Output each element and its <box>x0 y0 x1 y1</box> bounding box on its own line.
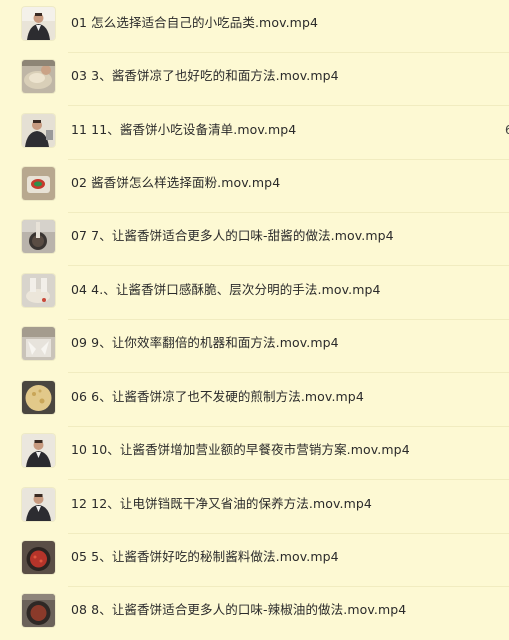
man-icon <box>22 7 55 40</box>
file-name: 07 7、让酱香饼适合更多人的口味-甜酱的做法.mov.mp4 <box>71 228 394 243</box>
man-icon <box>22 114 55 147</box>
row-divider <box>68 105 509 106</box>
row-divider <box>68 265 509 266</box>
file-name: 12 12、让电饼铛既干净又省油的保养方法.mov.mp4 <box>71 496 372 511</box>
file-name: 03 3、酱香饼凉了也好吃的和面方法.mov.mp4 <box>71 68 339 83</box>
sauce-pot-icon <box>22 220 55 253</box>
flour-bag-icon <box>22 167 55 200</box>
file-name: 02 酱香饼怎么样选择面粉.mov.mp4 <box>71 175 281 190</box>
row-divider <box>68 372 509 373</box>
file-row[interactable]: 09 9、让你效率翻倍的机器和面方法.mov.mp4 <box>0 320 509 373</box>
file-row[interactable]: 05 5、让酱香饼好吃的秘制酱料做法.mov.mp4 <box>0 534 509 587</box>
file-name: 04 4.、让酱香饼口感酥脆、层次分明的手法.mov.mp4 <box>71 282 381 297</box>
file-list: 01 怎么选择适合自己的小吃品类.mov.mp4 03 3、酱香饼凉了也好吃的和… <box>0 0 509 637</box>
row-divider <box>68 479 509 480</box>
file-row[interactable]: 11 11、酱香饼小吃设备清单.mov.mp4 6 <box>0 107 509 160</box>
kneading-icon <box>22 274 55 307</box>
dough-icon <box>22 60 55 93</box>
file-row[interactable]: 08 8、让酱香饼适合更多人的口味-辣椒油的做法.mov.mp4 <box>0 587 509 640</box>
file-row[interactable]: 03 3、酱香饼凉了也好吃的和面方法.mov.mp4 <box>0 53 509 106</box>
man-icon <box>22 434 55 467</box>
file-name: 01 怎么选择适合自己的小吃品类.mov.mp4 <box>71 15 319 30</box>
machine-icon <box>22 327 55 360</box>
file-row[interactable]: 06 6、让酱香饼凉了也不发硬的煎制方法.mov.mp4 <box>0 374 509 427</box>
file-name: 08 8、让酱香饼适合更多人的口味-辣椒油的做法.mov.mp4 <box>71 602 407 617</box>
file-name: 05 5、让酱香饼好吃的秘制酱料做法.mov.mp4 <box>71 549 339 564</box>
file-row[interactable]: 12 12、让电饼铛既干净又省油的保养方法.mov.mp4 <box>0 481 509 534</box>
file-row[interactable]: 10 10、让酱香饼增加营业额的早餐夜市营销方案.mov.mp4 <box>0 427 509 480</box>
chili-oil-icon <box>22 594 55 627</box>
file-row[interactable]: 07 7、让酱香饼适合更多人的口味-甜酱的做法.mov.mp4 <box>0 213 509 266</box>
chili-sauce-icon <box>22 541 55 574</box>
file-name: 09 9、让你效率翻倍的机器和面方法.mov.mp4 <box>71 335 339 350</box>
file-row[interactable]: 04 4.、让酱香饼口感酥脆、层次分明的手法.mov.mp4 <box>0 267 509 320</box>
file-row[interactable]: 01 怎么选择适合自己的小吃品类.mov.mp4 <box>0 0 509 53</box>
file-row[interactable]: 02 酱香饼怎么样选择面粉.mov.mp4 <box>0 160 509 213</box>
file-name: 06 6、让酱香饼凉了也不发硬的煎制方法.mov.mp4 <box>71 389 364 404</box>
man-icon <box>22 488 55 521</box>
row-edge-text: 6 <box>505 123 509 137</box>
file-name: 10 10、让酱香饼增加营业额的早餐夜市营销方案.mov.mp4 <box>71 442 410 457</box>
file-name: 11 11、酱香饼小吃设备清单.mov.mp4 <box>71 122 297 137</box>
pancake-icon <box>22 381 55 414</box>
